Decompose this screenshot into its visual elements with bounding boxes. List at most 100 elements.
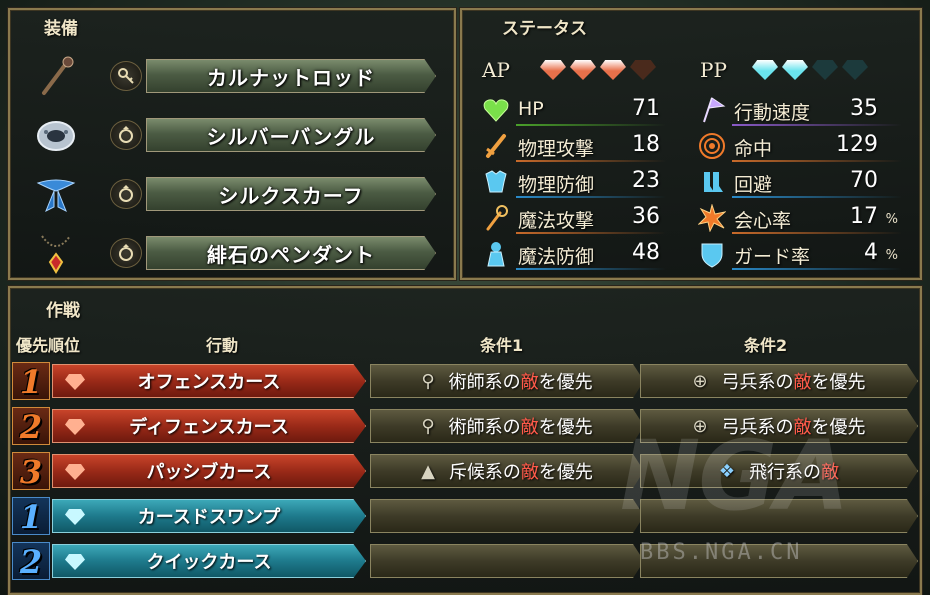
cond-pre: 術師系の: [448, 372, 521, 393]
sword-icon: [482, 132, 510, 160]
stat-name: 回避: [734, 174, 773, 196]
cond-enemy: 敵: [520, 462, 539, 483]
stat-name: 会心率: [734, 210, 792, 232]
stat-pdef: 物理防御 23: [482, 164, 668, 200]
priority-number: 1: [12, 497, 50, 536]
status-title: ステータス: [502, 19, 587, 39]
header-cond1: 条件1: [480, 336, 524, 355]
header-cond2: 条件2: [744, 336, 788, 355]
equipment-row[interactable]: 緋石のペンダント: [30, 232, 440, 274]
cond-post: を優先: [811, 372, 866, 393]
stat-underline: [516, 124, 666, 126]
stat-underline: [732, 124, 902, 126]
ring-icon: [110, 120, 142, 150]
priority-number: 2: [12, 542, 50, 581]
stat-value: 70: [850, 168, 878, 193]
shield-icon: [698, 240, 726, 268]
action-label: クイックカース: [146, 552, 272, 573]
stat-name: HP: [518, 98, 544, 120]
gauge-gem: [540, 60, 566, 80]
status-panel: ステータス AP PP HP 71 物理攻撃 18 物理防御 23 魔法攻撃 3…: [460, 8, 922, 280]
ring-icon: [110, 179, 142, 209]
stat-underline: [516, 232, 666, 234]
stat-name: 物理攻撃: [518, 138, 595, 160]
stat-speed: 行動速度 35: [698, 92, 902, 128]
cond-post: を優先: [538, 417, 593, 438]
stat-evasion: 回避 70: [698, 164, 902, 200]
action-label: オフェンスカース: [137, 372, 281, 393]
cond-enemy: 敵: [793, 372, 812, 393]
stat-matk: 魔法攻撃 36: [482, 200, 668, 236]
action-button[interactable]: カースドスワンプ: [52, 499, 366, 533]
cond-enemy: 敵: [520, 372, 539, 393]
tactic-row[interactable]: 1 オフェンスカース ⚲ 術師系の敵を優先 ⊕ 弓兵系の敵を優先: [10, 362, 924, 401]
watermark-url: BBS.NGA.CN: [640, 540, 803, 565]
stat-value: 129: [836, 132, 878, 157]
tactics-title: 作戦: [46, 301, 80, 321]
stat-mdef: 魔法防御 48: [482, 236, 668, 272]
armor-icon: [482, 168, 510, 196]
stat-underline: [732, 196, 902, 198]
action-label: パッシブカース: [146, 462, 272, 483]
gauge-gem: [752, 60, 778, 80]
ap-label: AP: [482, 58, 510, 82]
ring-icon: [110, 238, 142, 268]
stat-underline: [732, 160, 902, 162]
stat-value: 4: [864, 240, 878, 265]
stat-underline: [732, 268, 902, 270]
pp-label: PP: [700, 58, 727, 82]
condition1-empty[interactable]: [370, 499, 644, 533]
condition1-button[interactable]: ⚲ 術師系の敵を優先: [370, 409, 644, 443]
equipment-name: シルクスカーフ: [146, 177, 436, 211]
cloak-icon: ▲: [421, 460, 435, 482]
priority-number: 3: [12, 452, 50, 491]
stat-name: ガード率: [734, 246, 811, 268]
action-button[interactable]: オフェンスカース: [52, 364, 366, 398]
stat-unit: %: [885, 212, 898, 227]
action-button[interactable]: ディフェンスカース: [52, 409, 366, 443]
gem-icon: [65, 554, 85, 570]
gem-icon: [65, 419, 85, 435]
gauge-gem: [570, 60, 596, 80]
target-icon: [698, 132, 726, 160]
pendant-icon: [32, 232, 80, 274]
stat-patk: 物理攻撃 18: [482, 128, 668, 164]
stat-unit: %: [885, 248, 898, 263]
stat-value: 23: [632, 168, 660, 193]
cond-enemy: 敵: [520, 417, 539, 438]
condition1-empty[interactable]: [370, 544, 644, 578]
pin-icon: ⚲: [421, 370, 435, 392]
header-priority: 優先順位: [16, 336, 81, 355]
header-action: 行動: [206, 336, 239, 355]
stat-value: 17: [850, 204, 878, 229]
cond-post: を優先: [538, 372, 593, 393]
stat-guard: ガード率 4 %: [698, 236, 902, 272]
bow-icon: ⊕: [692, 370, 708, 392]
priority-number: 1: [12, 362, 50, 401]
equipment-row[interactable]: シルバーバングル: [30, 114, 440, 156]
action-button[interactable]: パッシブカース: [52, 454, 366, 488]
stat-name: 物理防御: [518, 174, 595, 196]
cond-post: を優先: [538, 462, 593, 483]
bangle-icon: [32, 114, 80, 156]
equipment-panel: 装備 カルナットロッド シルバーバングル シルクスカーフ 緋石のペンダント: [8, 8, 456, 280]
action-button[interactable]: クイックカース: [52, 544, 366, 578]
burst-icon: [697, 203, 727, 233]
gauge-gem: [630, 60, 656, 80]
stat-underline: [516, 268, 666, 270]
equipment-name: シルバーバングル: [146, 118, 436, 152]
boots-icon: [698, 168, 726, 196]
robe-icon: [482, 240, 510, 268]
stat-critical: 会心率 17 %: [697, 200, 902, 236]
gem-icon: [65, 464, 85, 480]
stat-name: 魔法防御: [518, 246, 595, 268]
condition2-button[interactable]: ⊕ 弓兵系の敵を優先: [640, 364, 918, 398]
action-label: ディフェンスカース: [129, 417, 289, 438]
gauge-gem: [600, 60, 626, 80]
equipment-row[interactable]: カルナットロッド: [30, 55, 440, 97]
condition1-button[interactable]: ⚲ 術師系の敵を優先: [370, 364, 644, 398]
staff-icon: [482, 204, 510, 232]
condition1-button[interactable]: ▲ 斥候系の敵を優先: [370, 454, 644, 488]
stat-underline: [516, 196, 666, 198]
equipment-row[interactable]: シルクスカーフ: [30, 173, 440, 215]
